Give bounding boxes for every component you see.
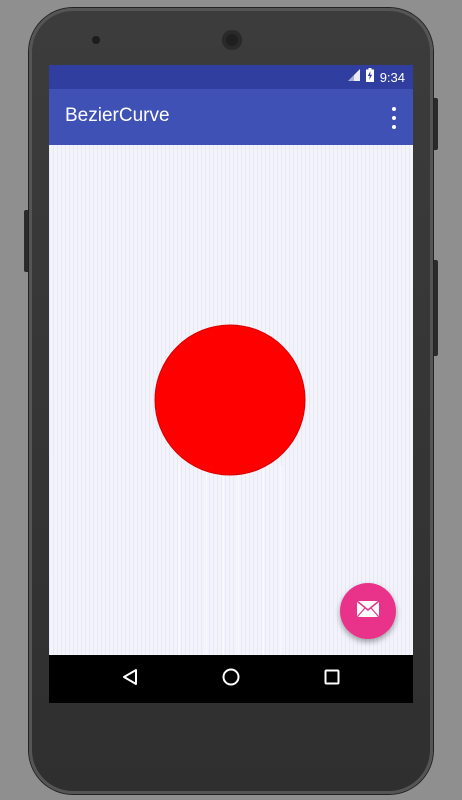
status-time: 9:34 — [379, 69, 405, 85]
back-button[interactable] — [100, 655, 160, 703]
app-bar: BezierCurve — [49, 89, 413, 145]
overflow-menu-icon[interactable] — [389, 107, 399, 129]
status-bar: 9:34 — [49, 65, 413, 89]
recents-icon — [323, 668, 341, 691]
back-icon — [121, 668, 139, 691]
bezier-canvas-area[interactable] — [49, 145, 413, 655]
home-icon — [221, 667, 241, 692]
front-camera — [222, 30, 242, 50]
proximity-sensor — [92, 36, 100, 44]
battery-charging-icon — [365, 67, 374, 87]
navigation-bar — [49, 655, 413, 703]
fab-mail-button[interactable] — [340, 583, 396, 639]
recents-button[interactable] — [302, 655, 362, 703]
mail-icon — [356, 599, 380, 622]
device-screen: 9:34 BezierCurve — [49, 65, 413, 703]
cell-signal-icon — [347, 68, 360, 86]
home-button[interactable] — [201, 655, 261, 703]
bezier-canvas — [154, 324, 306, 655]
app-title: BezierCurve — [65, 105, 170, 126]
red-circle[interactable] — [154, 324, 306, 476]
